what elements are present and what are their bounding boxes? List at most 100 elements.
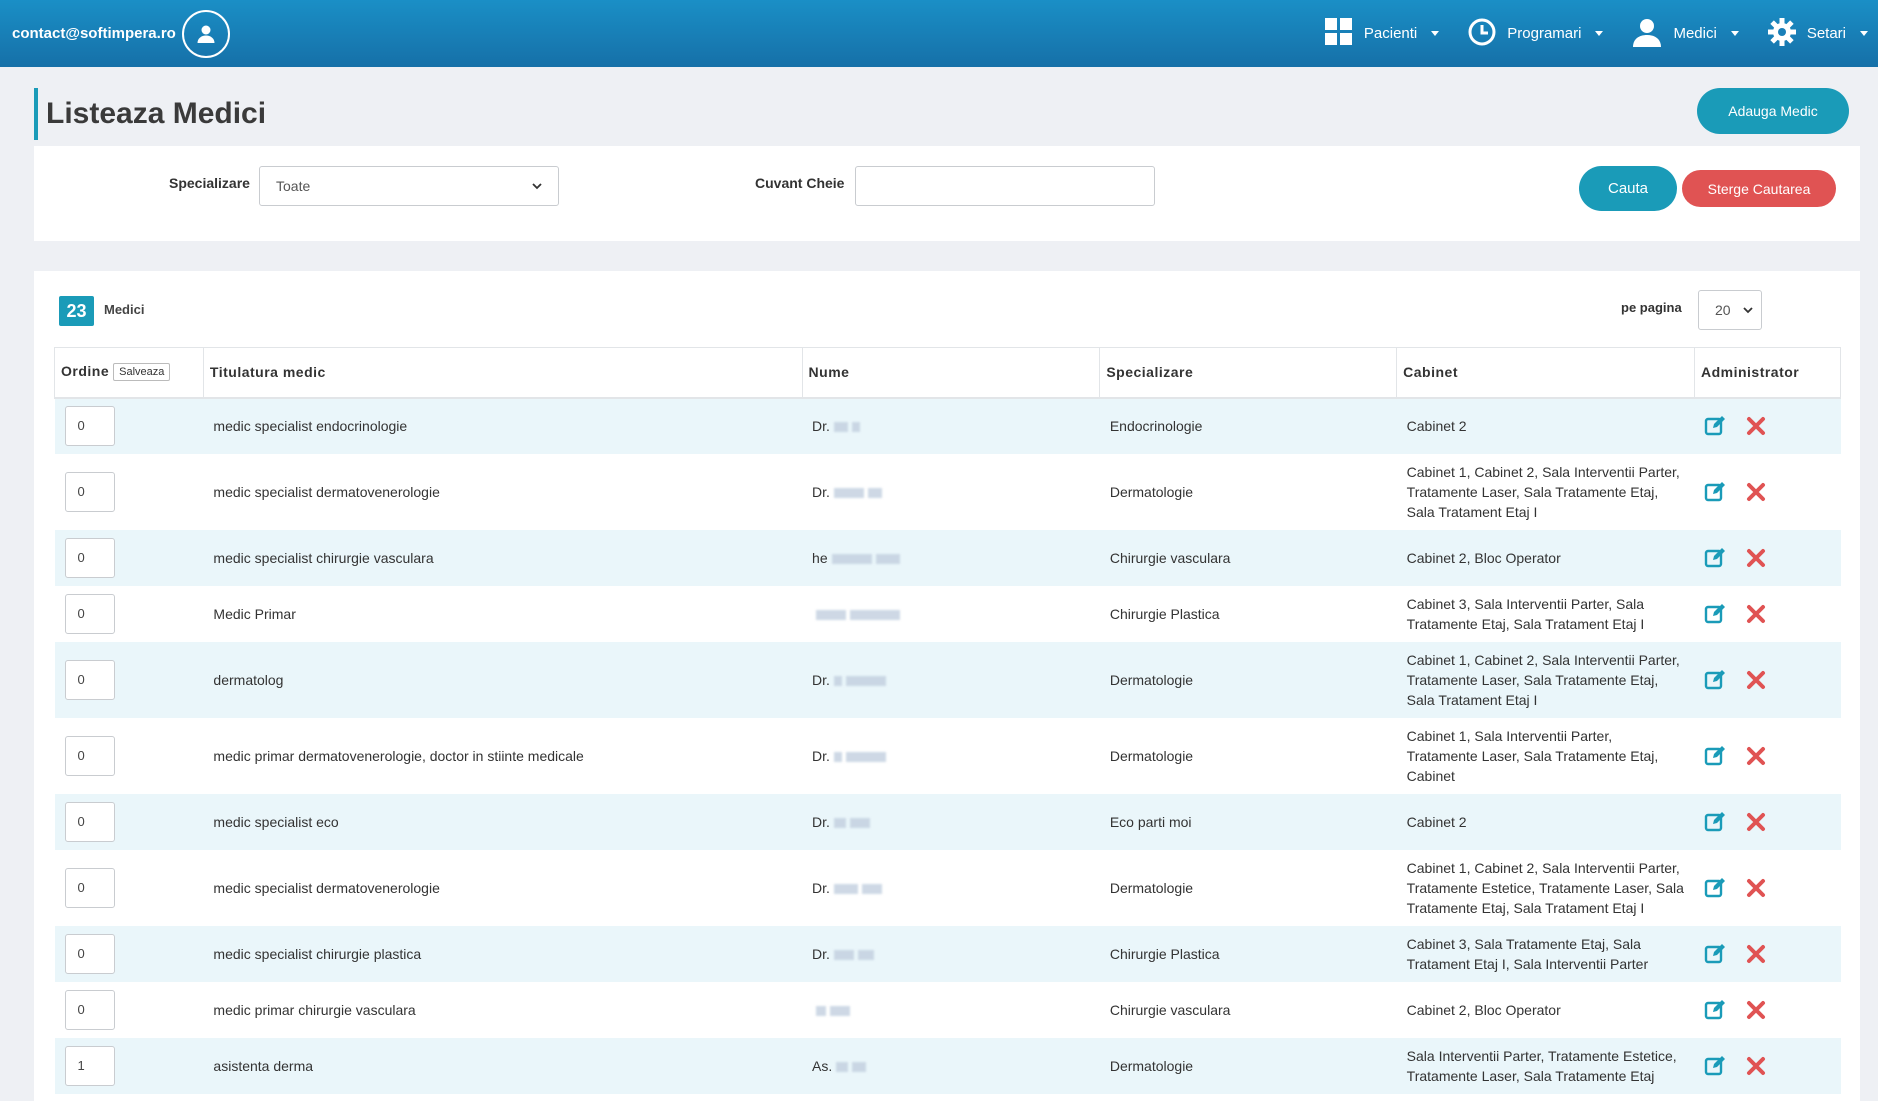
- name-cell[interactable]: Dr.: [802, 717, 1100, 794]
- spec-cell: Chirurgie Plastica: [1099, 925, 1397, 982]
- order-input[interactable]: 0: [64, 735, 115, 776]
- avatar-icon[interactable]: [181, 9, 230, 58]
- name-cell[interactable]: Dr.: [802, 397, 1100, 454]
- nav-programari[interactable]: Programari: [1467, 17, 1604, 51]
- edit-icon[interactable]: [1704, 745, 1726, 767]
- cabinet-cell: Cabinet 2: [1396, 397, 1695, 454]
- col-nume[interactable]: Nume: [801, 347, 1101, 399]
- order-input[interactable]: 0: [64, 659, 115, 700]
- redacted-name: [833, 883, 858, 894]
- name-cell[interactable]: Dr.: [802, 849, 1100, 926]
- delete-icon[interactable]: [1746, 1000, 1766, 1020]
- specializare-select[interactable]: Toate: [259, 166, 559, 206]
- account-email[interactable]: contact@softimpera.ro: [12, 25, 176, 42]
- name-cell[interactable]: Dr.: [802, 641, 1100, 718]
- per-page-label: pe pagina: [1621, 300, 1682, 315]
- doctor-name[interactable]: he: [812, 550, 828, 566]
- col-cabinet[interactable]: Cabinet: [1396, 347, 1695, 399]
- edit-icon[interactable]: [1704, 1055, 1726, 1077]
- order-input[interactable]: 0: [64, 593, 115, 634]
- order-input[interactable]: 0: [64, 801, 115, 842]
- doctor-name[interactable]: Dr.: [812, 418, 830, 434]
- doctor-name[interactable]: Dr.: [812, 748, 830, 764]
- redacted-name: [852, 1061, 867, 1072]
- redacted-name: [831, 553, 872, 564]
- col-titulatura[interactable]: Titulatura medic: [202, 347, 803, 399]
- name-cell[interactable]: [802, 981, 1100, 1038]
- edit-icon[interactable]: [1704, 999, 1726, 1021]
- delete-icon[interactable]: [1746, 548, 1766, 568]
- admin-cell: [1694, 981, 1841, 1038]
- edit-icon[interactable]: [1704, 603, 1726, 625]
- redacted-name: [833, 751, 842, 762]
- name-cell[interactable]: Dr.: [802, 453, 1100, 530]
- redacted-name: [857, 949, 874, 960]
- add-doctor-button[interactable]: Adauga Medic: [1697, 88, 1849, 134]
- order-input[interactable]: 0: [64, 471, 115, 512]
- delete-icon[interactable]: [1746, 1056, 1766, 1076]
- specializare-label: Specializare: [169, 175, 250, 191]
- save-order-button[interactable]: Salveaza: [113, 363, 171, 382]
- order-input[interactable]: 0: [64, 537, 115, 578]
- doctor-name[interactable]: Dr.: [812, 880, 830, 896]
- doctor-name[interactable]: Dr.: [812, 672, 830, 688]
- clear-search-button[interactable]: Sterge Cautarea: [1682, 170, 1836, 207]
- name-cell[interactable]: Dr.: [802, 793, 1100, 850]
- name-cell[interactable]: Dr.: [802, 925, 1100, 982]
- order-input[interactable]: 0: [64, 989, 115, 1030]
- delete-icon[interactable]: [1746, 604, 1766, 624]
- nav-label: Medici: [1673, 25, 1717, 42]
- spec-cell: Chirurgie Plastica: [1099, 585, 1397, 642]
- delete-icon[interactable]: [1746, 670, 1766, 690]
- filter-panel: Specializare Toate Cuvant Cheie Cauta St…: [34, 146, 1860, 241]
- col-specializare[interactable]: Specializare: [1099, 347, 1398, 399]
- keyword-label: Cuvant Cheie: [755, 175, 845, 191]
- order-input[interactable]: 0: [64, 867, 115, 908]
- spec-cell: Dermatologie: [1099, 1037, 1397, 1094]
- order-cell: 1: [54, 1037, 204, 1094]
- name-cell[interactable]: As.: [802, 1037, 1100, 1094]
- edit-icon[interactable]: [1704, 481, 1726, 503]
- doctor-name[interactable]: Dr.: [812, 946, 830, 962]
- per-page-value: 20: [1715, 302, 1731, 318]
- search-button[interactable]: Cauta: [1579, 166, 1677, 211]
- per-page-select[interactable]: 20: [1698, 290, 1762, 330]
- edit-icon[interactable]: [1704, 943, 1726, 965]
- doctor-name[interactable]: As.: [812, 1058, 832, 1074]
- cabinet-cell: Cabinet 3, Sala Interventii Parter, Sala…: [1396, 585, 1695, 642]
- redacted-name: [833, 487, 864, 498]
- page-title: Listeaza Medici: [34, 88, 266, 140]
- doctor-name[interactable]: Dr.: [812, 484, 830, 500]
- admin-cell: [1694, 717, 1841, 794]
- edit-icon[interactable]: [1704, 811, 1726, 833]
- delete-icon[interactable]: [1746, 416, 1766, 436]
- spec-cell: Dermatologie: [1099, 641, 1397, 718]
- nav-pacienti[interactable]: Pacienti: [1324, 17, 1440, 51]
- name-cell[interactable]: he: [802, 529, 1100, 586]
- nav-setari[interactable]: Setari: [1767, 17, 1868, 51]
- cabinet-cell: Cabinet 2, Bloc Operator: [1396, 529, 1695, 586]
- cabinet-cell: Cabinet 3, Sala Tratamente Etaj, Sala Tr…: [1396, 925, 1695, 982]
- order-input[interactable]: 1: [64, 1045, 115, 1086]
- delete-icon[interactable]: [1746, 944, 1766, 964]
- delete-icon[interactable]: [1746, 878, 1766, 898]
- delete-icon[interactable]: [1746, 812, 1766, 832]
- name-cell[interactable]: [802, 585, 1100, 642]
- delete-icon[interactable]: [1746, 746, 1766, 766]
- edit-icon[interactable]: [1704, 669, 1726, 691]
- spec-cell: Eco parti moi: [1099, 793, 1397, 850]
- delete-icon[interactable]: [1746, 482, 1766, 502]
- title-cell: medic specialist endocrinologie: [203, 397, 803, 454]
- order-input[interactable]: 0: [64, 933, 115, 974]
- keyword-input[interactable]: [855, 166, 1155, 206]
- edit-icon[interactable]: [1704, 415, 1726, 437]
- doctor-name[interactable]: Dr.: [812, 814, 830, 830]
- edit-icon[interactable]: [1704, 547, 1726, 569]
- admin-cell: [1694, 397, 1841, 454]
- nav-medici[interactable]: Medici: [1631, 16, 1739, 52]
- redacted-name: [830, 1005, 851, 1016]
- redacted-name: [833, 422, 848, 433]
- edit-icon[interactable]: [1704, 877, 1726, 899]
- title-cell: medic primar dermatovenerologie, doctor …: [203, 717, 803, 794]
- order-input[interactable]: 0: [64, 406, 115, 446]
